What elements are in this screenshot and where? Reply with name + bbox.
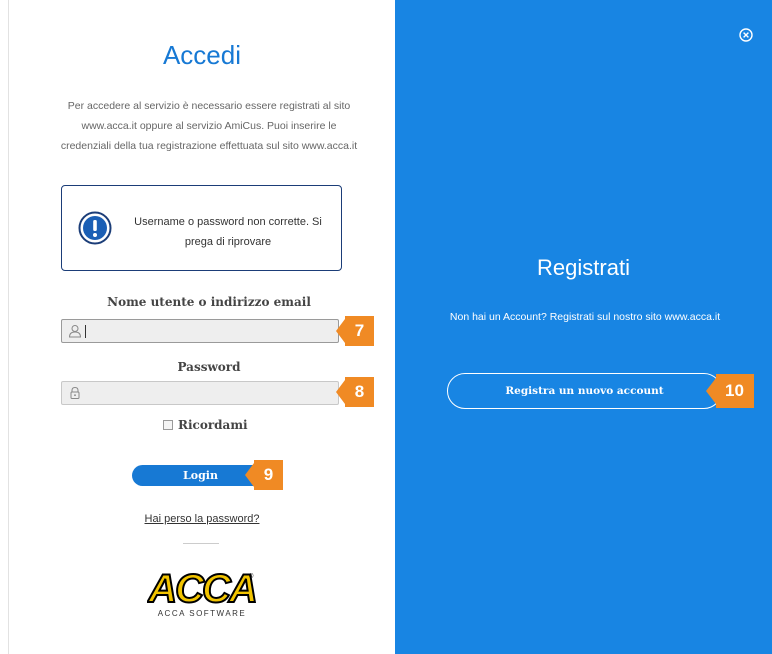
password-input[interactable] (61, 381, 339, 405)
error-alert: Username o password non corrette. Si pre… (61, 185, 342, 271)
register-account-button[interactable]: Registra un nuovo account (447, 373, 722, 409)
register-text: Non hai un Account? Registrati sul nostr… (449, 311, 721, 323)
svg-text:ACCA SOFTWARE: ACCA SOFTWARE (158, 609, 247, 618)
lock-icon (70, 386, 80, 399)
login-intro-text: Per accedere al servizio è necessario es… (60, 100, 358, 152)
login-panel: Accedi Per accedere al servizio è necess… (9, 0, 395, 654)
register-panel: Registrati Non hai un Account? Registrat… (395, 0, 772, 654)
remember-label: Ricordami (178, 418, 248, 432)
error-message: Username o password non corrette. Si pre… (134, 216, 322, 248)
remember-me[interactable]: Ricordami (163, 418, 248, 432)
username-input[interactable] (61, 319, 339, 343)
svg-text:ACCA: ACCA (147, 568, 256, 611)
password-label: Password (177, 360, 241, 374)
callout-9-number: 9 (263, 465, 274, 484)
forgot-password-link[interactable]: Hai perso la password? (9, 513, 395, 525)
callout-8-number: 8 (354, 382, 365, 401)
divider (183, 543, 219, 544)
acca-logo: ACCA ® ACCA SOFTWARE (147, 568, 257, 618)
svg-text:®: ® (249, 573, 254, 580)
text-caret (85, 325, 86, 338)
remember-checkbox[interactable] (163, 420, 173, 430)
username-label: Nome utente o indirizzo email (107, 295, 311, 309)
callout-7-number: 7 (354, 321, 365, 340)
user-icon (68, 325, 82, 338)
close-circle-icon[interactable] (739, 28, 753, 42)
login-title: Accedi (162, 40, 242, 70)
exclamation-circle-icon (78, 211, 112, 245)
callout-10-number: 10 (725, 381, 744, 400)
register-title: Registrati (537, 255, 630, 280)
